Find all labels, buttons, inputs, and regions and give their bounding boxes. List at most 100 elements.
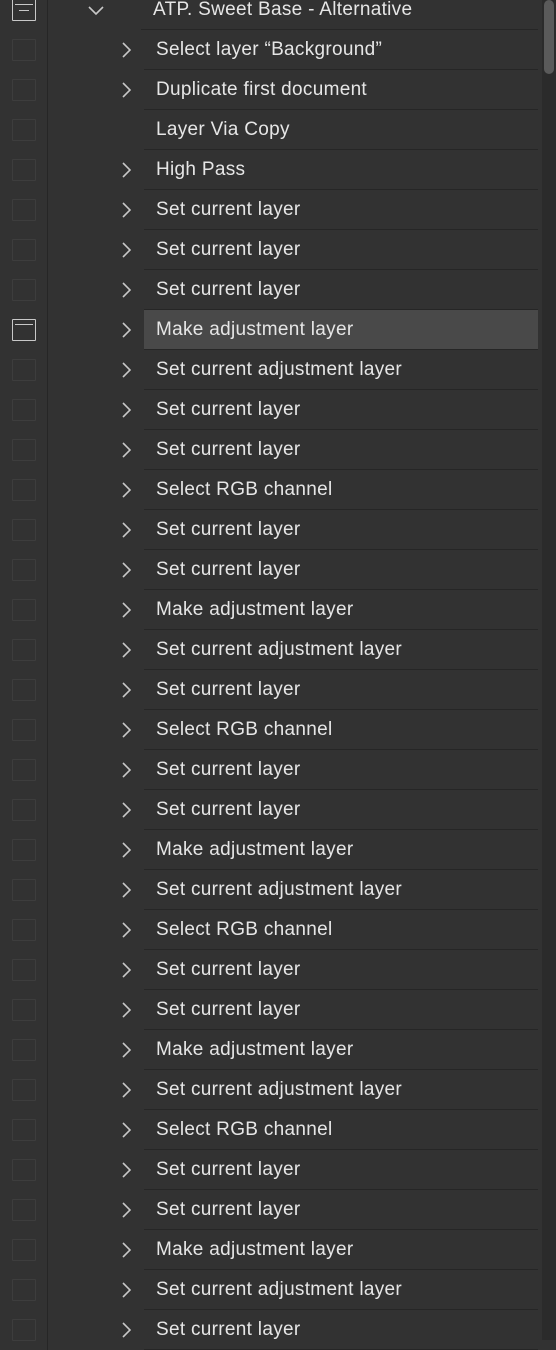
dialog-toggle-icon[interactable]	[12, 199, 36, 221]
action-step-label[interactable]: Select RGB channel	[144, 910, 538, 950]
dialog-toggle-icon[interactable]	[12, 799, 36, 821]
action-step-row[interactable]: Set current layer	[0, 1310, 542, 1350]
action-step-row[interactable]: Set current layer	[0, 230, 542, 270]
action-set-title[interactable]: ATP. Sweet Base - Alternative	[141, 0, 538, 30]
action-step-label[interactable]: Set current adjustment layer	[144, 630, 538, 670]
dialog-toggle-icon[interactable]	[12, 79, 36, 101]
action-step-row[interactable]: Select RGB channel	[0, 910, 542, 950]
action-step-label[interactable]: Set current layer	[144, 190, 538, 230]
action-step-label[interactable]: Set current adjustment layer	[144, 870, 538, 910]
chevron-right-icon[interactable]	[114, 910, 138, 950]
dialog-toggle-icon[interactable]	[12, 879, 36, 901]
action-step-row[interactable]: Make adjustment layer	[0, 310, 542, 350]
chevron-right-icon[interactable]	[114, 270, 138, 310]
action-step-label[interactable]: Select RGB channel	[144, 710, 538, 750]
chevron-right-icon[interactable]	[114, 430, 138, 470]
chevron-right-icon[interactable]	[114, 30, 138, 70]
dialog-toggle-icon[interactable]	[12, 1119, 36, 1141]
dialog-on-icon[interactable]	[12, 319, 36, 341]
action-step-row[interactable]: Make adjustment layer	[0, 830, 542, 870]
chevron-right-icon[interactable]	[114, 1030, 138, 1070]
chevron-right-icon[interactable]	[114, 470, 138, 510]
action-step-row[interactable]: Set current adjustment layer	[0, 1070, 542, 1110]
action-step-label[interactable]: Set current layer	[144, 670, 538, 710]
action-step-label[interactable]: Set current layer	[144, 1150, 538, 1190]
chevron-right-icon[interactable]	[114, 1230, 138, 1270]
action-step-label[interactable]: Set current adjustment layer	[144, 1070, 538, 1110]
dialog-toggle-icon[interactable]	[12, 439, 36, 461]
action-step-row[interactable]: Set current layer	[0, 950, 542, 990]
chevron-down-icon[interactable]	[84, 0, 108, 30]
chevron-right-icon[interactable]	[114, 790, 138, 830]
action-step-row[interactable]: Set current layer	[0, 1190, 542, 1230]
action-step-row[interactable]: Duplicate first document	[0, 70, 542, 110]
action-step-label[interactable]: Set current layer	[144, 990, 538, 1030]
dialog-toggle-icon[interactable]	[12, 0, 36, 21]
action-set-row[interactable]: ATP. Sweet Base - Alternative	[0, 0, 542, 30]
dialog-toggle-icon[interactable]	[12, 599, 36, 621]
action-step-label[interactable]: Set current layer	[144, 1190, 538, 1230]
chevron-right-icon[interactable]	[114, 550, 138, 590]
action-step-label[interactable]: Set current layer	[144, 390, 538, 430]
action-step-row[interactable]: Set current adjustment layer	[0, 350, 542, 390]
action-step-row[interactable]: Set current adjustment layer	[0, 870, 542, 910]
chevron-right-icon[interactable]	[114, 1110, 138, 1150]
action-step-label[interactable]: Layer Via Copy	[144, 110, 538, 150]
dialog-toggle-icon[interactable]	[12, 239, 36, 261]
dialog-toggle-icon[interactable]	[12, 999, 36, 1021]
action-step-row[interactable]: Set current layer	[0, 990, 542, 1030]
chevron-right-icon[interactable]	[114, 310, 138, 350]
action-step-row[interactable]: Set current layer	[0, 550, 542, 590]
action-step-label[interactable]: Set current adjustment layer	[144, 1270, 538, 1310]
chevron-right-icon[interactable]	[114, 950, 138, 990]
chevron-right-icon[interactable]	[114, 870, 138, 910]
chevron-right-icon[interactable]	[114, 1190, 138, 1230]
chevron-right-icon[interactable]	[114, 630, 138, 670]
action-step-row[interactable]: Select RGB channel	[0, 1110, 542, 1150]
action-step-label[interactable]: Set current layer	[144, 430, 538, 470]
dialog-toggle-icon[interactable]	[12, 279, 36, 301]
action-step-row[interactable]: Set current layer	[0, 670, 542, 710]
action-step-row[interactable]: Set current layer	[0, 750, 542, 790]
dialog-toggle-icon[interactable]	[12, 479, 36, 501]
action-step-row[interactable]: Layer Via Copy	[0, 110, 542, 150]
action-step-label[interactable]: High Pass	[144, 150, 538, 190]
chevron-right-icon[interactable]	[114, 590, 138, 630]
action-step-row[interactable]: Make adjustment layer	[0, 1230, 542, 1270]
chevron-right-icon[interactable]	[114, 1150, 138, 1190]
action-step-row[interactable]: Make adjustment layer	[0, 590, 542, 630]
action-step-label[interactable]: Set current layer	[144, 270, 538, 310]
action-step-row[interactable]: Set current layer	[0, 430, 542, 470]
action-step-label[interactable]: Set current layer	[144, 1310, 538, 1350]
dialog-toggle-icon[interactable]	[12, 759, 36, 781]
action-step-label[interactable]: Select RGB channel	[144, 470, 538, 510]
action-step-label[interactable]: Make adjustment layer	[144, 310, 538, 350]
chevron-right-icon[interactable]	[114, 150, 138, 190]
action-step-row[interactable]: Set current layer	[0, 190, 542, 230]
action-step-label[interactable]: Make adjustment layer	[144, 590, 538, 630]
dialog-toggle-icon[interactable]	[12, 919, 36, 941]
action-step-row[interactable]: Select RGB channel	[0, 710, 542, 750]
chevron-right-icon[interactable]	[114, 390, 138, 430]
dialog-toggle-icon[interactable]	[12, 1319, 36, 1341]
scrollbar-thumb[interactable]	[544, 0, 554, 74]
dialog-toggle-icon[interactable]	[12, 559, 36, 581]
action-step-label[interactable]: Set current layer	[144, 230, 538, 270]
dialog-toggle-icon[interactable]	[12, 159, 36, 181]
chevron-right-icon[interactable]	[114, 1310, 138, 1350]
action-step-label[interactable]: Select RGB channel	[144, 1110, 538, 1150]
action-step-row[interactable]: Select layer “Background”	[0, 30, 542, 70]
dialog-toggle-icon[interactable]	[12, 1199, 36, 1221]
action-step-label[interactable]: Make adjustment layer	[144, 1030, 538, 1070]
dialog-toggle-icon[interactable]	[12, 1079, 36, 1101]
dialog-toggle-icon[interactable]	[12, 519, 36, 541]
action-step-label[interactable]: Set current layer	[144, 750, 538, 790]
action-step-label[interactable]: Set current layer	[144, 550, 538, 590]
action-step-row[interactable]: Set current layer	[0, 510, 542, 550]
chevron-right-icon[interactable]	[114, 190, 138, 230]
action-step-label[interactable]: Make adjustment layer	[144, 830, 538, 870]
chevron-right-icon[interactable]	[114, 750, 138, 790]
dialog-toggle-icon[interactable]	[12, 359, 36, 381]
dialog-toggle-icon[interactable]	[12, 719, 36, 741]
chevron-right-icon[interactable]	[114, 1070, 138, 1110]
